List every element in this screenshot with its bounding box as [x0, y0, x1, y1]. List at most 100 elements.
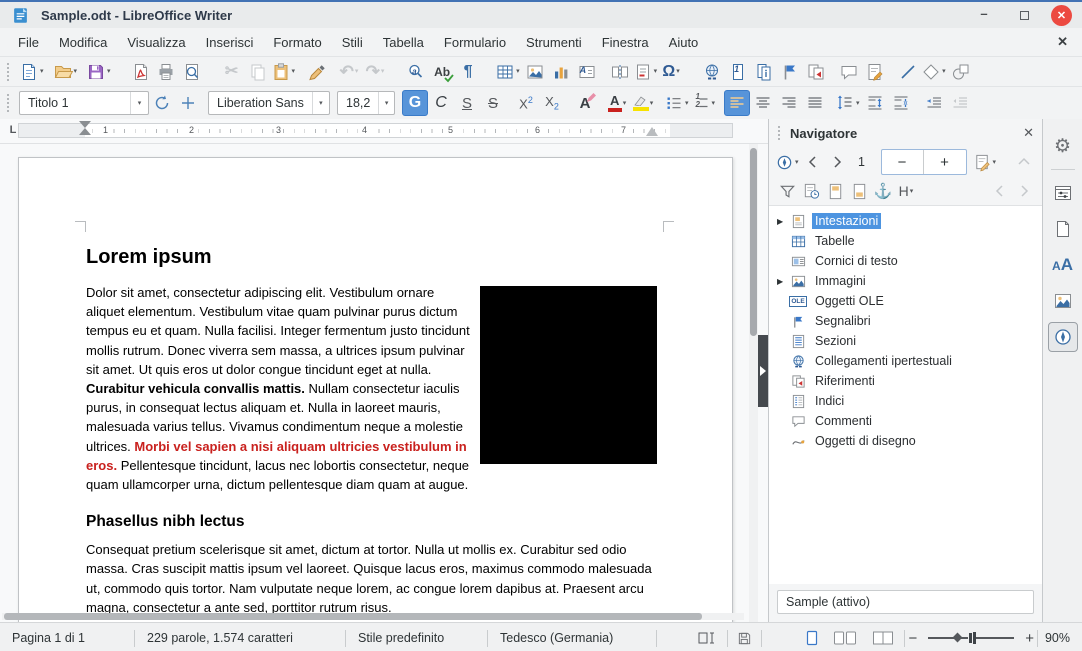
insert-footnote-button[interactable]: 1 — [725, 59, 751, 85]
tab-properties[interactable] — [1048, 178, 1078, 208]
document-selector[interactable]: Sample (attivo) — [777, 590, 1034, 614]
menu-visualizza[interactable]: Visualizza — [117, 31, 195, 54]
anchor-text-button[interactable]: ⚓ — [871, 179, 895, 203]
menu-inserisci[interactable]: Inserisci — [196, 31, 264, 54]
collapse-panel-button[interactable] — [1012, 150, 1036, 174]
document-page[interactable]: Lorem ipsum Dolor sit amet, consectetur … — [18, 157, 733, 622]
dropdown-arrow-icon[interactable]: ▾ — [74, 68, 78, 75]
hyperlink-button[interactable] — [699, 59, 725, 85]
paste-button[interactable]: ▾ — [271, 59, 298, 85]
formatting-marks-button[interactable]: ¶ — [455, 59, 481, 85]
increase-indent-button[interactable] — [921, 90, 947, 116]
dropdown-arrow-icon[interactable]: ▾ — [654, 68, 658, 75]
tree-item-drawing-objects[interactable]: Oggetti di disegno — [769, 431, 1042, 451]
horizontal-scrollbar[interactable] — [2, 613, 744, 620]
dropdown-arrow-icon[interactable]: ▾ — [685, 100, 689, 107]
save-status[interactable] — [728, 631, 761, 646]
document-canvas[interactable]: Lorem ipsum Dolor sit amet, consectetur … — [0, 144, 768, 622]
horizontal-scrollbar-thumb[interactable] — [4, 613, 702, 620]
promote-chapter-button[interactable] — [988, 179, 1012, 203]
align-left-button[interactable] — [724, 90, 750, 116]
bookmark-button[interactable] — [777, 59, 803, 85]
dropdown-arrow-icon[interactable]: ▾ — [107, 68, 111, 75]
tree-item-sections[interactable]: Sezioni — [769, 331, 1042, 351]
menu-strumenti[interactable]: Strumenti — [516, 31, 592, 54]
update-style-button[interactable] — [149, 90, 175, 116]
menu-formulario[interactable]: Formulario — [434, 31, 516, 54]
tree-item-label[interactable]: Sezioni — [812, 333, 859, 349]
menu-aiuto[interactable]: Aiuto — [659, 31, 709, 54]
right-indent-marker[interactable] — [646, 127, 658, 136]
vertical-scrollbar[interactable] — [749, 144, 758, 622]
cross-reference-button[interactable] — [803, 59, 829, 85]
page-minus-button[interactable]: − — [882, 150, 924, 174]
dropdown-arrow-icon[interactable]: ▾ — [910, 188, 914, 195]
document-paragraph-1[interactable]: Dolor sit amet, consectetur adipiscing e… — [86, 283, 657, 494]
earth-image[interactable] — [480, 286, 657, 464]
content-filter-button[interactable] — [775, 179, 799, 203]
minimize-button[interactable]: – — [971, 5, 997, 25]
header-button[interactable] — [823, 179, 847, 203]
tree-item-label[interactable]: Riferimenti — [812, 373, 878, 389]
tree-item-label[interactable]: Immagini — [812, 273, 869, 289]
view-multi-page-button[interactable] — [828, 630, 862, 646]
dropdown-arrow-icon[interactable]: ▾ — [355, 68, 359, 75]
dropdown-arrow-icon[interactable]: ▾ — [795, 159, 799, 166]
horizontal-ruler[interactable]: L 1 2 3 4 5 6 7 — [0, 119, 768, 144]
page-plus-button[interactable]: + — [924, 150, 966, 174]
tree-item-label[interactable]: Collegamenti ipertestuali — [812, 353, 955, 369]
menu-modifica[interactable]: Modifica — [49, 31, 117, 54]
dropdown-arrow-icon[interactable]: ▾ — [993, 159, 997, 166]
navigator-page-number[interactable]: 1 — [849, 155, 875, 169]
cut-button[interactable]: ✂ — [219, 59, 245, 85]
insert-image-button[interactable] — [522, 59, 548, 85]
font-size-dropdown[interactable]: ▾ — [378, 92, 394, 114]
align-center-button[interactable] — [750, 90, 776, 116]
dropdown-arrow-icon[interactable]: ▾ — [712, 100, 716, 107]
tab-gallery[interactable] — [1048, 286, 1078, 316]
tree-item-headings[interactable]: ▶ Intestazioni — [769, 211, 1042, 231]
zoom-slider[interactable] — [928, 637, 1014, 639]
show-draw-functions-button[interactable] — [948, 59, 974, 85]
dropdown-arrow-icon[interactable]: ▾ — [650, 100, 654, 107]
document-heading-1[interactable]: Lorem ipsum — [86, 245, 655, 269]
insert-field-button[interactable]: ▾ — [633, 59, 660, 85]
tree-item-label[interactable]: Cornici di testo — [812, 253, 901, 269]
next-button[interactable] — [825, 150, 849, 174]
new-style-button[interactable] — [175, 90, 201, 116]
restore-button[interactable] — [1011, 5, 1037, 25]
tree-item-ole-objects[interactable]: OLE Oggetti OLE — [769, 291, 1042, 311]
new-document-button[interactable]: ▾ — [19, 59, 46, 85]
redo-button[interactable]: ↷▾ — [363, 59, 389, 85]
underline-button[interactable]: S — [454, 90, 480, 116]
footer-button[interactable] — [847, 179, 871, 203]
save-button[interactable]: ▾ — [86, 59, 113, 85]
zoom-level-status[interactable]: 90% — [1038, 631, 1082, 645]
basic-shapes-button[interactable]: ▾ — [921, 59, 948, 85]
tree-item-label[interactable]: Tabelle — [812, 233, 858, 249]
insert-chart-button[interactable] — [548, 59, 574, 85]
decrease-indent-button[interactable] — [947, 90, 973, 116]
decrease-paragraph-spacing-button[interactable] — [888, 90, 914, 116]
page-break-button[interactable] — [607, 59, 633, 85]
edit-entry-button[interactable]: ▾ — [973, 150, 999, 174]
dropdown-arrow-icon[interactable]: ▾ — [516, 68, 520, 75]
sidebar-settings-button[interactable]: ⚙ — [1048, 131, 1078, 161]
special-character-button[interactable]: Ω▾ — [659, 59, 685, 85]
copy-button[interactable] — [245, 59, 271, 85]
tree-item-label[interactable]: Oggetti di disegno — [812, 433, 919, 449]
demote-chapter-button[interactable] — [1012, 179, 1036, 203]
paragraph-style-dropdown[interactable]: ▾ — [130, 92, 148, 114]
tree-item-images[interactable]: ▶ Immagini — [769, 271, 1042, 291]
open-button[interactable]: ▾ — [53, 59, 80, 85]
print-preview-button[interactable] — [179, 59, 205, 85]
italic-button[interactable]: C — [428, 90, 454, 116]
insert-mode-status[interactable] — [689, 631, 727, 645]
menu-formato[interactable]: Formato — [263, 31, 331, 54]
tree-item-indexes[interactable]: Indici — [769, 391, 1042, 411]
line-spacing-button[interactable]: ▾ — [835, 90, 862, 116]
dropdown-arrow-icon[interactable]: ▾ — [676, 68, 680, 75]
tree-item-label[interactable]: Indici — [812, 393, 847, 409]
font-color-button[interactable]: A▾ — [605, 90, 631, 116]
zoom-in-button[interactable]: + — [1022, 630, 1037, 647]
